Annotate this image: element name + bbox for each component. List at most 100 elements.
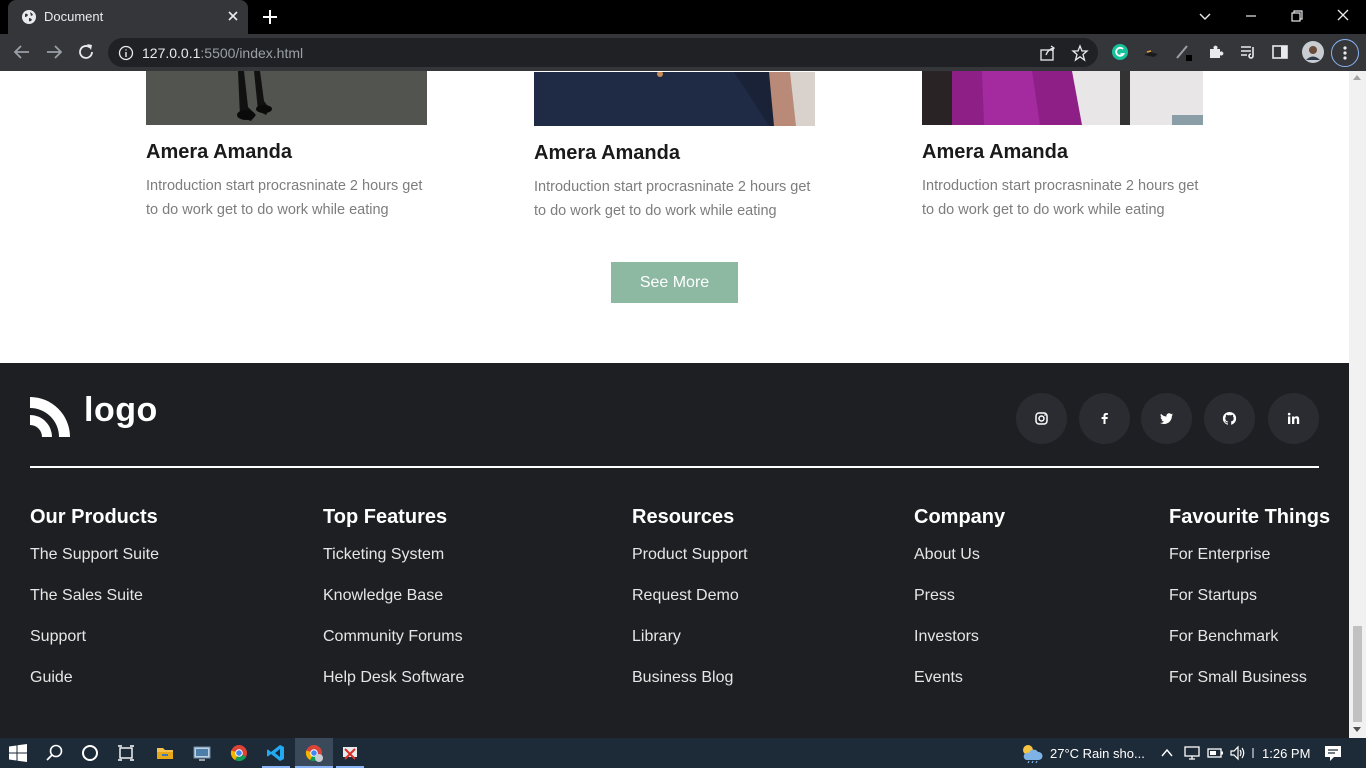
battery-icon[interactable]: [1206, 744, 1224, 762]
chrome-menu-button[interactable]: [1331, 39, 1359, 67]
footer-link[interactable]: Community Forums: [323, 628, 464, 669]
tab-title: Document: [44, 9, 104, 24]
footer-column-title: Favourite Things: [1169, 506, 1331, 528]
url-host: 127.0.0.1: [142, 45, 201, 61]
site-info-icon[interactable]: [118, 45, 134, 61]
footer-link[interactable]: Request Demo: [632, 587, 748, 628]
pen-extension-icon[interactable]: [1174, 43, 1192, 61]
tab-search-chevron-icon[interactable]: [1193, 5, 1217, 27]
language-indicator-icon[interactable]: [1251, 744, 1261, 762]
team-member-name: Amera Amanda: [146, 141, 292, 163]
footer-link[interactable]: Product Support: [632, 546, 748, 587]
logo-text[interactable]: logo: [84, 391, 158, 430]
team-member-name: Amera Amanda: [534, 142, 680, 164]
minimize-icon[interactable]: [1239, 5, 1263, 27]
extensions-puzzle-icon[interactable]: [1207, 43, 1225, 61]
search-icon[interactable]: [45, 743, 65, 763]
twitter-icon: [1159, 413, 1173, 424]
footer-column-company: Company About Us Press Investors Events: [914, 506, 1005, 710]
grammarly-extension-icon[interactable]: [1111, 43, 1129, 61]
facebook-button[interactable]: [1079, 393, 1130, 444]
share-icon[interactable]: [1039, 44, 1057, 62]
see-more-button[interactable]: See More: [611, 262, 738, 303]
footer-link[interactable]: For Enterprise: [1169, 546, 1330, 587]
scroll-up-arrow-icon[interactable]: [1353, 75, 1361, 80]
scrollbar-thumb[interactable]: [1353, 626, 1362, 722]
task-view-icon[interactable]: [116, 743, 136, 763]
team-member-description: Introduction start procrasninate 2 hours…: [534, 179, 811, 219]
footer-link[interactable]: Business Blog: [632, 669, 748, 710]
scroll-down-arrow-icon[interactable]: [1353, 727, 1361, 732]
footer-link[interactable]: Events: [914, 669, 1005, 710]
url-path: :5500/index.html: [200, 45, 304, 61]
windows-start-icon[interactable]: [9, 744, 27, 762]
profile-avatar-icon[interactable]: [1302, 41, 1324, 63]
side-panel-icon[interactable]: [1271, 43, 1289, 61]
browser-tab[interactable]: Document: [8, 0, 248, 34]
reading-list-icon[interactable]: [1239, 43, 1257, 61]
tray-chevron-up-icon[interactable]: [1159, 745, 1175, 761]
volume-icon[interactable]: [1229, 744, 1247, 762]
forward-icon[interactable]: [43, 41, 65, 63]
footer-column-our-products: Our Products The Support Suite The Sales…: [30, 506, 159, 710]
team-member-photo: [534, 72, 815, 126]
bookmark-star-icon[interactable]: [1071, 44, 1089, 62]
network-icon[interactable]: [1183, 744, 1201, 762]
footer-link[interactable]: The Sales Suite: [30, 587, 159, 628]
vscode-icon[interactable]: [266, 743, 286, 763]
windows-taskbar: 27°C Rain sho... 1:26 PM: [0, 738, 1366, 768]
reload-icon[interactable]: [75, 41, 97, 63]
footer-link[interactable]: For Small Business: [1169, 669, 1330, 710]
file-explorer-icon[interactable]: [155, 743, 175, 763]
team-member-description: Introduction start procrasninate 2 hours…: [922, 178, 1199, 218]
footer-link[interactable]: For Startups: [1169, 587, 1330, 628]
github-button[interactable]: [1204, 393, 1255, 444]
footer-link[interactable]: Library: [632, 628, 748, 669]
footer-link[interactable]: Knowledge Base: [323, 587, 464, 628]
footer-column-title: Company: [914, 506, 1006, 528]
team-member-photo: [146, 71, 427, 125]
weather-rain-icon[interactable]: [1020, 742, 1044, 764]
footer-link[interactable]: About Us: [914, 546, 1005, 587]
page-scrollbar[interactable]: [1349, 71, 1366, 738]
instagram-button[interactable]: [1016, 393, 1067, 444]
restore-icon[interactable]: [1285, 5, 1309, 27]
back-icon[interactable]: [11, 41, 33, 63]
footer-link[interactable]: For Benchmark: [1169, 628, 1330, 669]
new-tab-icon[interactable]: [260, 7, 280, 27]
notifications-icon[interactable]: [1323, 743, 1343, 763]
browser-toolbar: 127.0.0.1:5500/index.html: [0, 34, 1366, 71]
footer-link[interactable]: Ticketing System: [323, 546, 464, 587]
footer-link[interactable]: Investors: [914, 628, 1005, 669]
footer-link[interactable]: Guide: [30, 669, 159, 710]
chrome-icon[interactable]: [229, 743, 249, 763]
footer-link[interactable]: Help Desk Software: [323, 669, 464, 710]
remote-desktop-icon[interactable]: [192, 743, 212, 763]
linkedin-button[interactable]: [1268, 393, 1319, 444]
github-icon: [1222, 411, 1237, 425]
browser-tab-strip: Document: [0, 0, 1366, 34]
facebook-icon: [1101, 413, 1108, 424]
site-footer: logo Our Products The Support Suite The …: [0, 363, 1349, 738]
footer-column-favourite-things: Favourite Things For Enterprise For Star…: [1169, 506, 1330, 710]
more-vertical-icon: [1343, 46, 1347, 60]
footer-link[interactable]: Support: [30, 628, 159, 669]
twitter-button[interactable]: [1141, 393, 1192, 444]
close-window-icon[interactable]: [1331, 5, 1355, 27]
footer-divider: [30, 466, 1319, 468]
extension-icon[interactable]: [1142, 43, 1160, 61]
footer-column-title: Top Features: [323, 506, 448, 528]
footer-link[interactable]: The Support Suite: [30, 546, 159, 587]
snipping-tool-icon[interactable]: [340, 743, 360, 763]
cortana-icon[interactable]: [80, 743, 100, 763]
footer-link[interactable]: Press: [914, 587, 1005, 628]
chrome-profile-icon[interactable]: [304, 743, 324, 763]
close-tab-icon[interactable]: [224, 7, 242, 25]
weather-text[interactable]: 27°C Rain sho...: [1050, 746, 1145, 761]
address-bar[interactable]: 127.0.0.1:5500/index.html: [108, 38, 1098, 67]
url-text: 127.0.0.1:5500/index.html: [142, 45, 303, 61]
logo-rss-mark-icon[interactable]: [30, 393, 74, 437]
page-viewport: Amera Amanda Introduction start procrasn…: [0, 71, 1349, 738]
clock-time[interactable]: 1:26 PM: [1262, 746, 1310, 761]
team-member-photo: [922, 71, 1203, 125]
